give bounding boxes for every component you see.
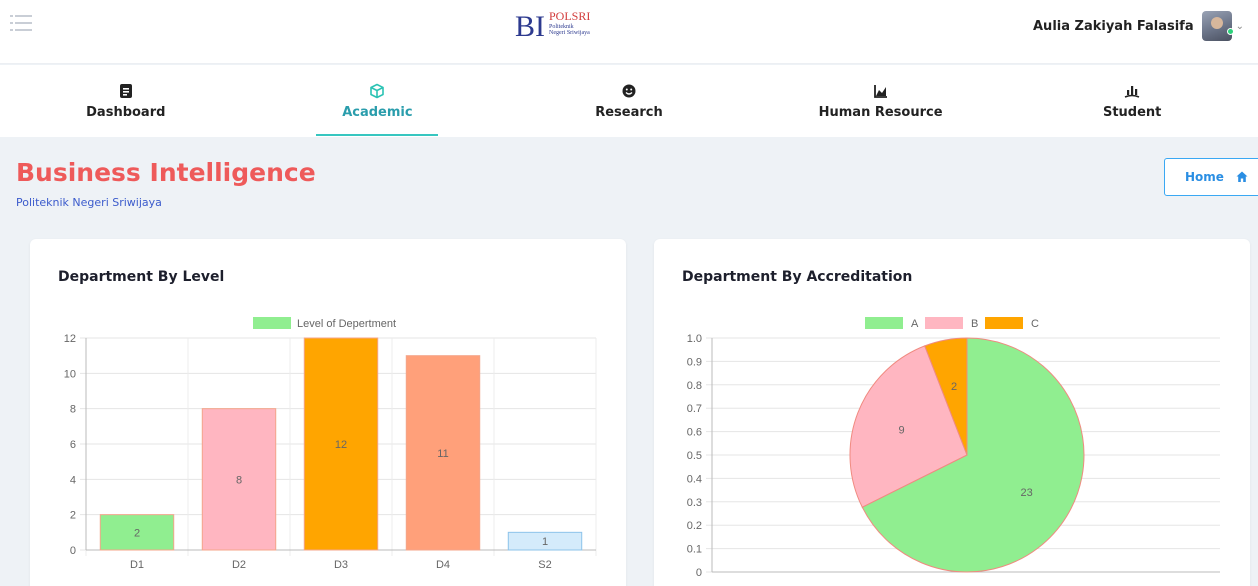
area-chart-icon: [873, 84, 887, 98]
department-by-accreditation-card: Department By Accreditation A B C 0 0.1 0.2 0.…: [654, 239, 1250, 586]
legend-swatch: [925, 317, 963, 329]
home-button[interactable]: Home: [1164, 158, 1258, 196]
chart-legend: A B C: [865, 317, 1039, 330]
y-tick-label: 4: [70, 474, 76, 486]
user-name: Aulia Zakiyah Falasifa: [1033, 18, 1194, 34]
x-tick-label: D2: [232, 559, 246, 571]
nav-label: Academic: [342, 104, 413, 120]
y-tick-label: 8: [70, 404, 76, 416]
chevron-down-icon[interactable]: ⌄: [1236, 21, 1244, 32]
nav-item-student[interactable]: Student: [1006, 65, 1258, 137]
y-tick-label: 10: [64, 368, 76, 380]
cube-icon: [370, 83, 385, 98]
y-tick-label: 0.4: [687, 473, 702, 485]
y-tick-label: 6: [70, 439, 76, 451]
legend-label: C: [1031, 318, 1039, 330]
x-tick-label: D4: [436, 559, 450, 571]
nav-label: Human Resource: [818, 104, 943, 120]
bar-data-label: 1: [542, 536, 548, 548]
bar-data-label: 12: [335, 439, 347, 451]
nav-item-academic[interactable]: Academic: [252, 65, 504, 137]
nav-label: Student: [1102, 104, 1162, 120]
document-icon: [119, 83, 132, 98]
y-tick-label: 0.2: [687, 520, 702, 532]
nav-item-human-resource[interactable]: Human Resource: [755, 65, 1007, 137]
online-status-dot: [1226, 28, 1234, 35]
y-tick-label: 0.6: [687, 427, 702, 439]
y-tick-label: 0.5: [687, 450, 702, 462]
nav-label: Dashboard: [86, 104, 166, 120]
department-by-level-chart: Level of Depertment0246810122D18D212D311…: [64, 317, 597, 571]
bar-data-label: 2: [134, 527, 140, 539]
y-tick-label: 2: [70, 510, 76, 522]
y-tick-label: 0: [70, 545, 76, 557]
bar-data-label: 8: [236, 474, 242, 486]
y-tick-label: 0.8: [687, 380, 702, 392]
pie-data-label: 23: [1021, 487, 1033, 499]
svg-text:BI: BI: [515, 10, 545, 40]
legend-label: B: [971, 318, 978, 330]
y-tick-label: 0.3: [687, 497, 702, 509]
bar-chart-icon: [1124, 85, 1140, 98]
menu-icon[interactable]: [10, 14, 32, 32]
nav-item-research[interactable]: Research: [503, 65, 755, 137]
legend-swatch: [865, 317, 903, 329]
legend-label: Level of Depertment: [297, 318, 396, 330]
y-tick-label: 1.0: [687, 333, 702, 345]
top-bar: BI POLSRI Politeknik Negeri Sriwijaya Au…: [0, 0, 1258, 64]
pie-data-label: 2: [951, 381, 957, 393]
avatar: [1201, 11, 1232, 41]
x-tick-label: D1: [130, 559, 144, 571]
department-by-accreditation-chart: A B C 0 0.1 0.2 0.3 0.4 0.5 0.6 0.7 0.8 0.9 1.0 23 9 2: [687, 317, 1220, 579]
bar-data-label: 11: [437, 448, 448, 460]
smiley-icon: [622, 84, 636, 97]
page-title: Business Intelligence: [16, 158, 316, 187]
page-subtitle: Politeknik Negeri Sriwijaya: [16, 196, 162, 209]
nav-label: Research: [595, 104, 663, 120]
y-tick-label: 0.7: [687, 403, 702, 415]
home-label: Home: [1185, 170, 1224, 184]
legend-swatch: [985, 317, 1023, 329]
user-menu[interactable]: Aulia Zakiyah Falasifa ⌄: [1033, 10, 1244, 42]
y-tick-label: 0.9: [687, 356, 702, 368]
home-icon: [1236, 171, 1248, 182]
avatar-wrap: [1201, 11, 1234, 41]
x-tick-label: S2: [538, 559, 551, 571]
legend-label: A: [911, 318, 919, 330]
main-nav: Dashboard Academic Research Human Resour…: [0, 65, 1258, 137]
department-by-level-card: Department By Level Level of Depertment 0…: [30, 239, 626, 586]
legend-swatch: [253, 317, 291, 329]
svg-text:POLSRI: POLSRI: [549, 9, 590, 23]
pie-data-label: 9: [898, 425, 904, 437]
logo[interactable]: BI POLSRI Politeknik Negeri Sriwijaya: [515, 8, 605, 40]
y-tick-label: 0.1: [687, 544, 702, 556]
y-tick-label: 12: [64, 333, 76, 345]
y-tick-label: 0: [696, 567, 702, 579]
chart-legend: Level of Depertment: [253, 317, 396, 330]
svg-text:Negeri Sriwijaya: Negeri Sriwijaya: [549, 30, 590, 36]
nav-item-dashboard[interactable]: Dashboard: [0, 65, 252, 137]
x-tick-label: D3: [334, 559, 348, 571]
